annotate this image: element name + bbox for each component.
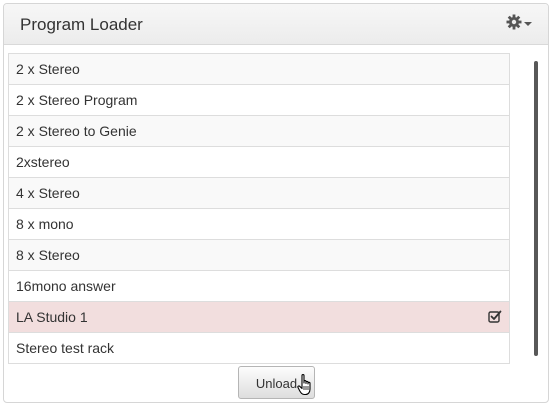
gear-icon[interactable]: [506, 14, 522, 30]
list-item-label: LA Studio 1: [16, 309, 88, 325]
list-item-label: 4 x Stereo: [16, 185, 80, 201]
unload-button[interactable]: Unload: [238, 366, 315, 399]
list-item[interactable]: LA Studio 1: [9, 302, 509, 333]
program-loader-panel: Program Loader 2 x Stereo 2 x Stereo Pro…: [3, 3, 549, 403]
settings-dropdown[interactable]: [506, 14, 532, 30]
list-item-label: 2xstereo: [16, 154, 70, 170]
list-item[interactable]: 8 x Stereo: [9, 240, 509, 271]
scrollbar[interactable]: [534, 61, 538, 356]
program-list: 2 x Stereo 2 x Stereo Program 2 x Stereo t…: [8, 53, 510, 364]
list-item[interactable]: 2xstereo: [9, 147, 509, 178]
list-item-label: 8 x Stereo: [16, 247, 80, 263]
list-item-label: 8 x mono: [16, 216, 74, 232]
list-item[interactable]: 4 x Stereo: [9, 178, 509, 209]
panel-title: Program Loader: [20, 15, 143, 34]
list-item[interactable]: 2 x Stereo: [9, 54, 509, 85]
panel-header: Program Loader: [4, 4, 548, 45]
list-item-label: 2 x Stereo to Genie: [16, 123, 137, 139]
list-item-label: 16mono answer: [16, 278, 116, 294]
list-item-label: 2 x Stereo: [16, 61, 80, 77]
list-item[interactable]: 8 x mono: [9, 209, 509, 240]
list-item-label: 2 x Stereo Program: [16, 92, 138, 108]
list-item[interactable]: 2 x Stereo to Genie: [9, 116, 509, 147]
list-item[interactable]: 16mono answer: [9, 271, 509, 302]
list-item-label: Stereo test rack: [16, 340, 115, 356]
list-item[interactable]: 2 x Stereo Program: [9, 85, 509, 116]
checkbox-checked-icon: [488, 310, 502, 323]
chevron-down-icon[interactable]: [524, 21, 532, 26]
unload-button-label: Unload: [255, 376, 298, 391]
list-item[interactable]: Stereo test rack: [9, 333, 509, 363]
